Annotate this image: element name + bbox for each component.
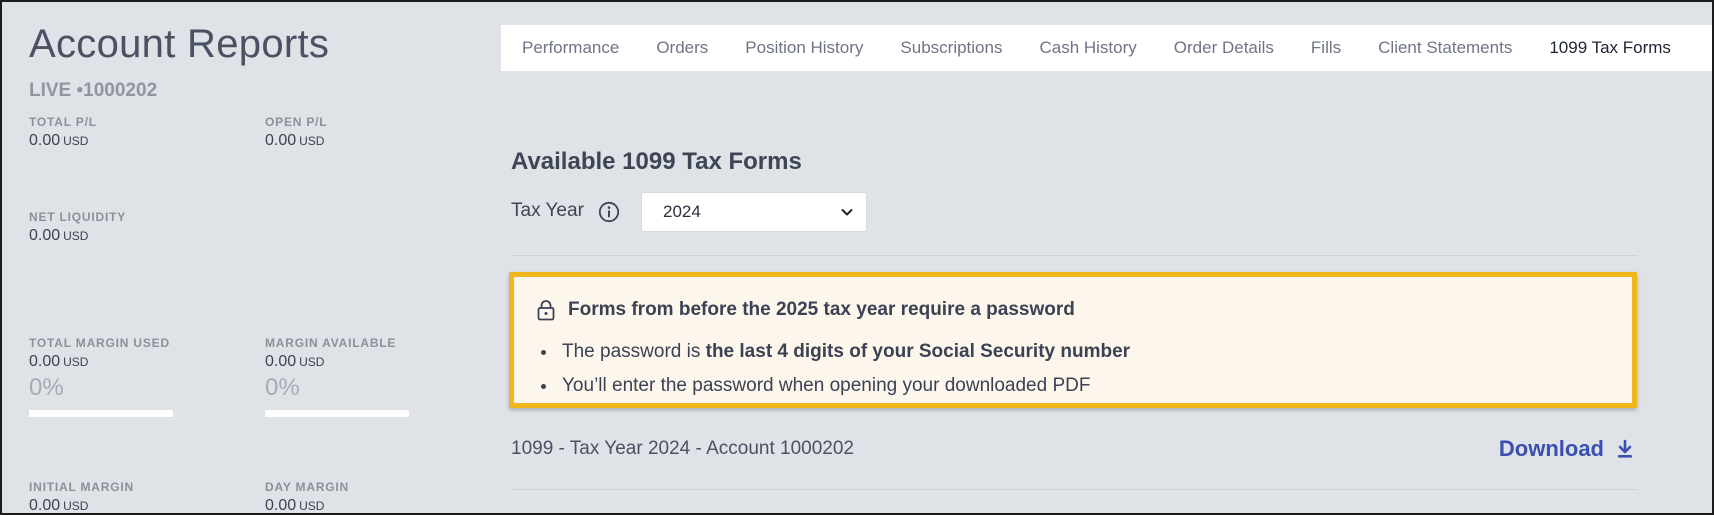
metric-initial-margin: INITIAL MARGIN 0.00 USD (29, 480, 249, 514)
download-icon (1618, 439, 1632, 458)
metric-unit: USD (63, 499, 89, 513)
metric-label: OPEN P/L (265, 115, 328, 129)
tax-form-file-name: 1099 - Tax Year 2024 - Account 1000202 (511, 438, 854, 459)
section-title: Available 1099 Tax Forms (511, 148, 802, 175)
tax-year-label: Tax Year (511, 200, 584, 221)
notice-item: You’ll enter the password when opening y… (558, 369, 1130, 403)
metric-margin-available: MARGIN AVAILABLE 0.00 USD 0% (265, 336, 485, 426)
metric-label: TOTAL P/L (29, 115, 97, 129)
tab-client-statements[interactable]: Client Statements (1378, 38, 1512, 58)
metric-value: 0.00 (265, 497, 297, 514)
tab-subscriptions[interactable]: Subscriptions (900, 38, 1002, 58)
download-label: Download (1498, 436, 1604, 461)
metric-label: NET LIQUIDITY (29, 210, 127, 224)
metric-value: 0.00 (29, 227, 61, 244)
notice-list: The password is the last 4 digits of you… (558, 335, 1130, 403)
metric-percent: 0% (265, 374, 300, 401)
metric-unit: USD (63, 355, 89, 369)
metric-unit: USD (299, 355, 325, 369)
metric-label: DAY MARGIN (265, 480, 350, 494)
account-summary-panel: Account Reports LIVE •1000202 TOTAL P/L … (29, 2, 499, 514)
metric-unit: USD (63, 229, 89, 243)
account-id: LIVE •1000202 (29, 80, 158, 101)
notice-item-text: The password is (562, 341, 706, 362)
metric-unit: USD (299, 134, 325, 148)
chevron-down-icon (841, 209, 853, 216)
tab-performance[interactable]: Performance (522, 38, 619, 58)
metric-open-pl: OPEN P/L 0.00 USD (265, 115, 485, 151)
tab-1099-tax-forms[interactable]: 1099 Tax Forms (1549, 38, 1671, 58)
margin-available-bar (265, 410, 409, 417)
tab-position-history[interactable]: Position History (745, 38, 863, 58)
tax-year-selected-value: 2024 (663, 202, 701, 221)
metric-value: 0.00 (29, 497, 61, 514)
notice-item-text: You’ll enter the password when opening y… (562, 375, 1091, 396)
divider (511, 489, 1638, 490)
app-frame: Account Reports LIVE •1000202 TOTAL P/L … (0, 0, 1714, 515)
metric-day-margin: DAY MARGIN 0.00 USD (265, 480, 485, 514)
tab-order-details[interactable]: Order Details (1174, 38, 1274, 58)
metric-unit: USD (63, 134, 89, 148)
password-notice: Forms from before the 2025 tax year requ… (509, 272, 1637, 408)
notice-item-emphasis: the last 4 digits of your Social Securit… (705, 341, 1131, 362)
page-title: Account Reports (29, 22, 330, 66)
metric-label: INITIAL MARGIN (29, 480, 134, 494)
notice-item: The password is the last 4 digits of you… (558, 335, 1130, 369)
tab-orders[interactable]: Orders (656, 38, 708, 58)
metric-total-pl: TOTAL P/L 0.00 USD (29, 115, 249, 151)
metric-value: 0.00 (29, 132, 61, 149)
tab-cash-history[interactable]: Cash History (1039, 38, 1136, 58)
tax-year-select[interactable]: 2024 (641, 192, 867, 232)
metric-unit: USD (299, 499, 325, 513)
info-circle-icon[interactable] (598, 201, 620, 223)
tab-fills[interactable]: Fills (1311, 38, 1341, 58)
metric-value: 0.00 (265, 132, 297, 149)
download-button[interactable]: Download (1499, 436, 1634, 462)
metric-value: 0.00 (29, 353, 61, 370)
report-tabs: Performance Orders Position History Subs… (501, 25, 1712, 71)
metric-label: TOTAL MARGIN USED (29, 336, 170, 350)
metric-label: MARGIN AVAILABLE (265, 336, 397, 350)
margin-used-bar (29, 410, 173, 417)
notice-heading: Forms from before the 2025 tax year requ… (568, 299, 1075, 320)
metric-net-liquidity: NET LIQUIDITY 0.00 USD (29, 210, 249, 246)
metric-percent: 0% (29, 374, 64, 401)
divider (511, 255, 1638, 256)
metric-total-margin-used: TOTAL MARGIN USED 0.00 USD 0% (29, 336, 249, 426)
metric-value: 0.00 (265, 353, 297, 370)
lock-icon (537, 300, 555, 321)
